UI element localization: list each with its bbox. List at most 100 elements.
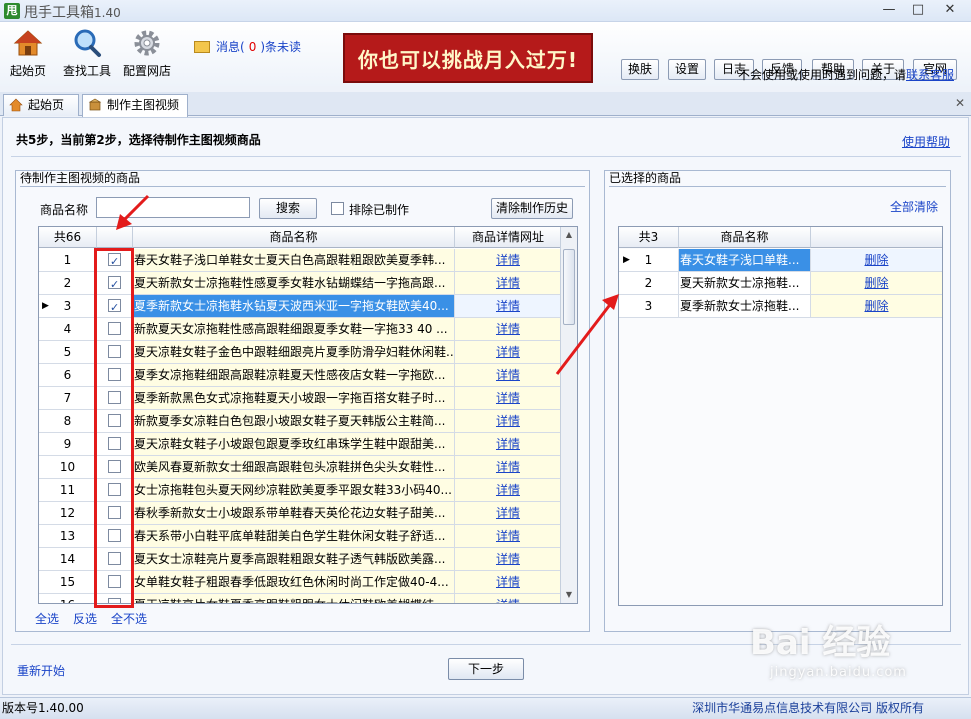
row-check-cell[interactable] <box>97 433 133 456</box>
row-detail-link[interactable]: 详情 <box>455 479 562 502</box>
row-checkbox[interactable] <box>108 460 121 473</box>
row-check-cell[interactable] <box>97 364 133 387</box>
row-detail-link[interactable]: 详情 <box>455 594 562 603</box>
minimize-button[interactable]: — <box>877 2 901 19</box>
row-check-cell[interactable] <box>97 594 133 603</box>
table-scrollbar[interactable]: ▲ ▼ <box>560 227 577 603</box>
row-checkbox[interactable] <box>108 483 121 496</box>
row-detail-link[interactable]: 详情 <box>455 341 562 364</box>
promo-banner[interactable]: 你也可以挑战月入过万! <box>343 33 593 83</box>
table-row[interactable]: 9 夏天凉鞋女鞋子小坡跟包跟夏季玫红串珠学生鞋中跟甜美... 详情 <box>39 433 577 456</box>
exclude-made-checkbox[interactable] <box>331 202 344 215</box>
row-check-cell[interactable] <box>97 456 133 479</box>
row-detail-link[interactable]: 详情 <box>455 387 562 410</box>
clear-all-link[interactable]: 全部清除 <box>890 198 938 215</box>
row-checkbox[interactable] <box>108 506 121 519</box>
scroll-up-icon[interactable]: ▲ <box>561 227 577 243</box>
row-product-name[interactable]: 夏季女凉拖鞋细跟高跟鞋凉鞋夏天性感夜店女鞋一字拖欧... <box>133 364 455 387</box>
search-input[interactable] <box>96 197 250 218</box>
tab-make-video[interactable]: 制作主图视频 <box>82 94 188 117</box>
contact-support-link[interactable]: 联系客服 <box>906 68 954 82</box>
row-product-name[interactable]: 夏天新款女士凉拖鞋... <box>679 272 811 295</box>
tab-start-page[interactable]: 起始页 <box>3 94 79 116</box>
row-detail-link[interactable]: 详情 <box>455 502 562 525</box>
row-checkbox[interactable] <box>108 598 121 603</box>
select-all-link[interactable]: 全选 <box>35 612 59 626</box>
table-row[interactable]: 14 夏天女士凉鞋亮片夏季高跟鞋粗跟女鞋子透气韩版欧美露... 详情 <box>39 548 577 571</box>
selected-row[interactable]: 1 春天女鞋子浅口单鞋... 删除 ▶ <box>619 249 942 272</box>
row-product-name[interactable]: 夏季新款女士凉拖鞋水钻夏天波西米亚一字拖女鞋欧美40... <box>133 295 455 318</box>
row-checkbox[interactable] <box>108 529 121 542</box>
table-row[interactable]: 12 春秋季新款女士小坡跟系带单鞋春天英伦花边女鞋子甜美... 详情 <box>39 502 577 525</box>
close-tab-icon[interactable]: ✕ <box>955 96 965 110</box>
row-check-cell[interactable] <box>97 571 133 594</box>
row-delete-link[interactable]: 删除 <box>811 249 942 272</box>
row-product-name[interactable]: 欧美风春夏新款女士细跟高跟鞋包头凉鞋拼色尖头女鞋性... <box>133 456 455 479</box>
row-product-name[interactable]: 春秋季新款女士小坡跟系带单鞋春天英伦花边女鞋子甜美... <box>133 502 455 525</box>
row-check-cell[interactable] <box>97 548 133 571</box>
row-detail-link[interactable]: 详情 <box>455 364 562 387</box>
row-checkbox[interactable] <box>108 345 121 358</box>
row-detail-link[interactable]: 详情 <box>455 571 562 594</box>
invert-selection-link[interactable]: 反选 <box>73 612 97 626</box>
row-checkbox[interactable] <box>108 322 121 335</box>
row-check-cell[interactable] <box>97 249 133 272</box>
row-product-name[interactable]: 夏季新款女士凉拖鞋... <box>679 295 811 318</box>
row-checkbox[interactable] <box>108 297 121 317</box>
home-tool-button[interactable]: 起始页 <box>0 28 58 79</box>
row-check-cell[interactable] <box>97 410 133 433</box>
row-detail-link[interactable]: 详情 <box>455 272 562 295</box>
row-product-name[interactable]: 女士凉拖鞋包头夏天网纱凉鞋欧美夏季平跟女鞋33小码40... <box>133 479 455 502</box>
table-row[interactable]: 1 春天女鞋子浅口单鞋女士夏天白色高跟鞋粗跟欧美夏季韩...详情 <box>39 249 577 272</box>
scroll-thumb[interactable] <box>563 249 575 325</box>
row-product-name[interactable]: 春天女鞋子浅口单鞋女士夏天白色高跟鞋粗跟欧美夏季韩... <box>133 249 455 272</box>
restart-link[interactable]: 重新开始 <box>17 662 65 679</box>
configure-shop-button[interactable]: 配置网店 <box>117 28 177 79</box>
row-detail-link[interactable]: 详情 <box>455 410 562 433</box>
maximize-button[interactable]: □ <box>906 2 930 19</box>
table-row[interactable]: 4 新款夏天女凉拖鞋性感高跟鞋细跟夏季女鞋一字拖33 40 ... 详情 <box>39 318 577 341</box>
row-delete-link[interactable]: 删除 <box>811 295 942 318</box>
table-row[interactable]: 8 新款夏季女凉鞋白色包跟小坡跟女鞋子夏天韩版公主鞋简... 详情 <box>39 410 577 433</box>
scroll-down-icon[interactable]: ▼ <box>561 587 577 603</box>
row-detail-link[interactable]: 详情 <box>455 525 562 548</box>
row-detail-link[interactable]: 详情 <box>455 249 562 272</box>
row-product-name[interactable]: 夏天凉鞋女鞋子小坡跟包跟夏季玫红串珠学生鞋中跟甜美... <box>133 433 455 456</box>
table-row[interactable]: 6 夏季女凉拖鞋细跟高跟鞋凉鞋夏天性感夜店女鞋一字拖欧... 详情 <box>39 364 577 387</box>
row-product-name[interactable]: 新款夏季女凉鞋白色包跟小坡跟女鞋子夏天韩版公主鞋简... <box>133 410 455 433</box>
row-detail-link[interactable]: 详情 <box>455 548 562 571</box>
next-step-button[interactable]: 下一步 <box>448 658 524 680</box>
row-detail-link[interactable]: 详情 <box>455 295 562 318</box>
row-product-name[interactable]: 新款夏天女凉拖鞋性感高跟鞋细跟夏季女鞋一字拖33 40 ... <box>133 318 455 341</box>
settings-button[interactable]: 设置 <box>668 59 706 80</box>
row-checkbox[interactable] <box>108 274 121 294</box>
table-row[interactable]: 7 夏季新款黑色女式凉拖鞋夏天小坡跟一字拖百搭女鞋子时... 详情 <box>39 387 577 410</box>
table-row[interactable]: 16 夏天凉鞋亮片女鞋夏季高跟鞋粗跟女士休闲鞋欧美蝴蝶结...详情 <box>39 594 577 603</box>
row-check-cell[interactable] <box>97 295 133 318</box>
row-product-name[interactable]: 夏天凉鞋亮片女鞋夏季高跟鞋粗跟女士休闲鞋欧美蝴蝶结... <box>133 594 455 603</box>
row-product-name[interactable]: 夏季新款黑色女式凉拖鞋夏天小坡跟一字拖百搭女鞋子时... <box>133 387 455 410</box>
row-check-cell[interactable] <box>97 502 133 525</box>
table-row[interactable]: 13 春天系带小白鞋平底单鞋甜美白色学生鞋休闲女鞋子舒适... 详情 <box>39 525 577 548</box>
table-row[interactable]: 3夏季新款女士凉拖鞋水钻夏天波西米亚一字拖女鞋欧美40...详情▶ <box>39 295 577 318</box>
skin-button[interactable]: 换肤 <box>621 59 659 80</box>
selected-row[interactable]: 2 夏天新款女士凉拖鞋... 删除 <box>619 272 942 295</box>
clear-history-button[interactable]: 清除制作历史 <box>491 198 573 219</box>
row-check-cell[interactable] <box>97 341 133 364</box>
row-check-cell[interactable] <box>97 479 133 502</box>
table-row[interactable]: 11 女士凉拖鞋包头夏天网纱凉鞋欧美夏季平跟女鞋33小码40... 详情 <box>39 479 577 502</box>
row-detail-link[interactable]: 详情 <box>455 318 562 341</box>
row-check-cell[interactable] <box>97 387 133 410</box>
find-tool-button[interactable]: 查找工具 <box>57 28 117 79</box>
row-checkbox[interactable] <box>108 552 121 565</box>
row-product-name[interactable]: 春天女鞋子浅口单鞋... <box>679 249 811 272</box>
row-check-cell[interactable] <box>97 318 133 341</box>
row-checkbox[interactable] <box>108 391 121 404</box>
row-checkbox[interactable] <box>108 251 121 271</box>
table-row[interactable]: 5 夏天凉鞋女鞋子金色中跟鞋细跟亮片夏季防滑孕妇鞋休闲鞋... 详情 <box>39 341 577 364</box>
row-check-cell[interactable] <box>97 525 133 548</box>
row-check-cell[interactable] <box>97 272 133 295</box>
row-product-name[interactable]: 夏天凉鞋女鞋子金色中跟鞋细跟亮片夏季防滑孕妇鞋休闲鞋... <box>133 341 455 364</box>
row-product-name[interactable]: 夏天女士凉鞋亮片夏季高跟鞋粗跟女鞋子透气韩版欧美露... <box>133 548 455 571</box>
close-window-button[interactable]: ✕ <box>938 2 962 19</box>
